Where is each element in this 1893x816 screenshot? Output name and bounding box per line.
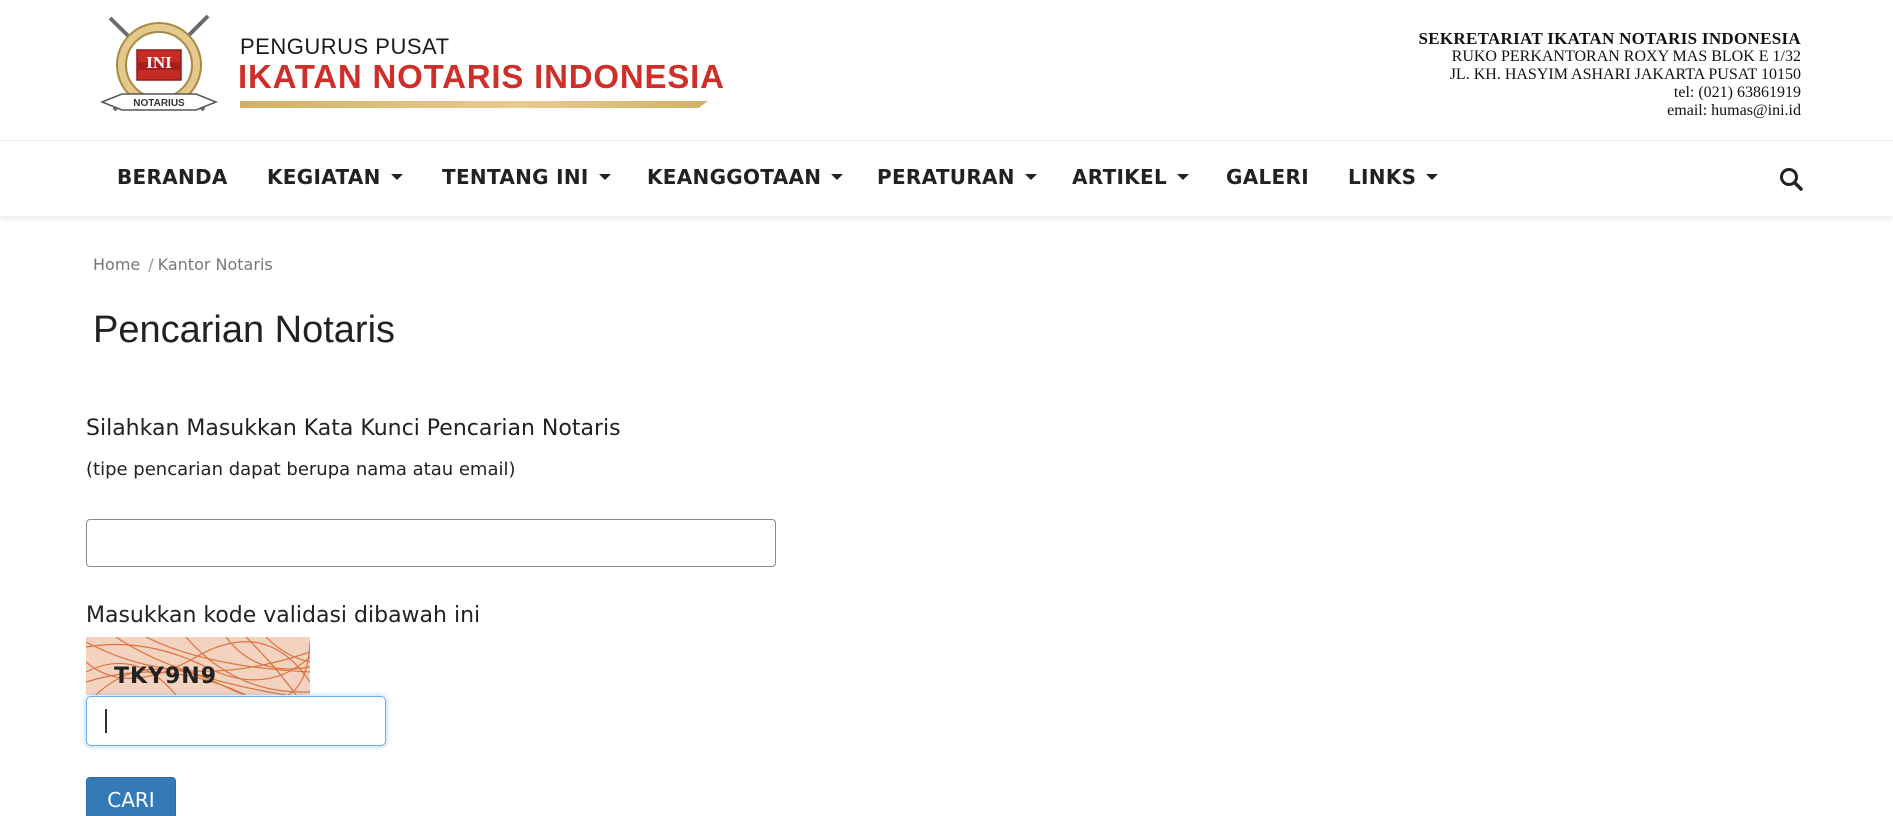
contact-address-1: RUKO PERKANTORAN ROXY MAS BLOK E 1/32 [1451,48,1801,65]
page-title: Pencarian Notaris [93,309,396,351]
caret-down-icon [831,173,844,180]
captcha-text: TKY9N9 [114,664,217,689]
breadcrumb: Home / Kantor Notaris [93,255,273,274]
nav-label: PERATURAN [877,165,1015,189]
nav-item-keanggotaan[interactable]: KEANGGOTAAN [647,165,844,189]
nav-label: KEGIATAN [267,165,381,189]
brand-subtitle: PENGURUS PUSAT [240,34,450,59]
brand-underline [240,101,708,108]
brand-title[interactable]: IKATAN NOTARIS INDONESIA [238,58,725,96]
contact-title: SEKRETARIAT IKATAN NOTARIS INDONESIA [1418,29,1801,48]
breadcrumb-current: Kantor Notaris [157,255,273,274]
caret-down-icon [598,173,611,180]
contact-info: SEKRETARIAT IKATAN NOTARIS INDONESIA RUK… [1418,30,1801,120]
captcha-label: Masukkan kode validasi dibawah ini [86,603,481,628]
nav-label: KEANGGOTAAN [647,165,822,189]
emblem-ribbon-text: NOTARIUS [133,98,185,109]
nav-item-artikel[interactable]: ARTIKEL [1072,165,1190,189]
nav-item-links[interactable]: LINKS [1348,165,1439,189]
breadcrumb-separator: / [148,255,154,274]
captcha-code-input[interactable] [86,696,386,746]
captcha-image: TKY9N9 [86,637,310,695]
nav-label: GALERI [1226,165,1309,189]
search-label: Silahkan Masukkan Kata Kunci Pencarian N… [86,416,621,441]
nav-label: TENTANG INI [442,165,589,189]
nav-item-kegiatan[interactable]: KEGIATAN [267,165,403,189]
caret-down-icon [390,173,403,180]
contact-email: email: humas@ini.id [1667,102,1801,119]
search-icon[interactable] [1778,166,1804,192]
nav-item-galeri[interactable]: GALERI [1226,165,1309,189]
nav-item-tentang-ini[interactable]: TENTANG INI [442,165,611,189]
main-navbar: BERANDA KEGIATAN TENTANG INI KEANGGOTAAN… [0,140,1893,216]
nav-label: LINKS [1348,165,1417,189]
breadcrumb-home-link[interactable]: Home [93,255,140,274]
search-hint: (tipe pencarian dapat berupa nama atau e… [86,459,516,480]
ini-emblem-logo[interactable]: INI NOTARIUS [92,10,226,125]
nav-item-peraturan[interactable]: PERATURAN [877,165,1037,189]
site-header: INI NOTARIUS PENGURUS PUSAT IKATAN NOTAR… [0,0,1893,140]
emblem-text: INI [146,53,172,72]
caret-down-icon [1426,173,1439,180]
contact-address-2: JL. KH. HASYIM ASHARI JAKARTA PUSAT 1015… [1449,66,1801,83]
nav-label: ARTIKEL [1072,165,1168,189]
caret-down-icon [1177,173,1190,180]
text-cursor [105,709,107,733]
nav-label: BERANDA [117,165,228,189]
contact-tel: tel: (021) 63861919 [1673,84,1801,101]
nav-item-beranda[interactable]: BERANDA [117,165,228,189]
search-input[interactable] [86,519,776,567]
caret-down-icon [1024,173,1037,180]
search-submit-button[interactable]: CARI [86,777,176,816]
